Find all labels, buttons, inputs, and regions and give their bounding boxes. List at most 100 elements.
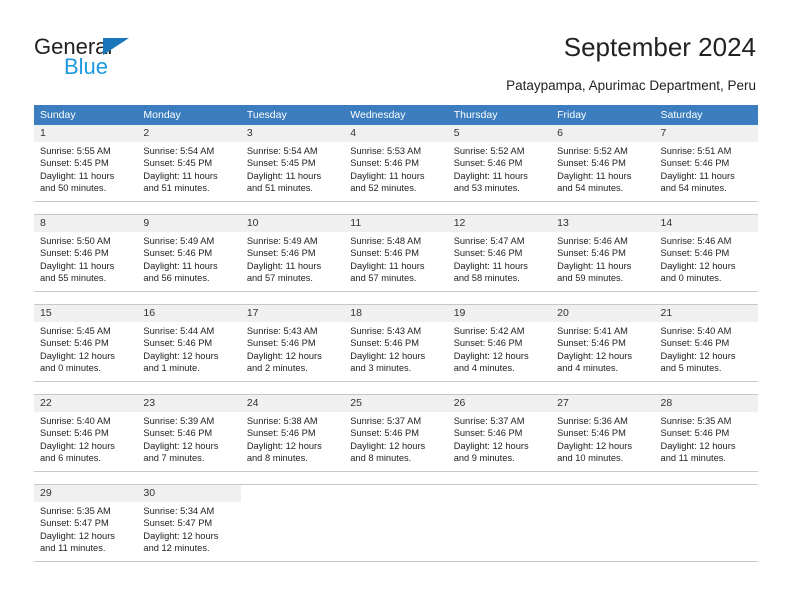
sunset-text: Sunset: 5:46 PM xyxy=(350,248,419,259)
sunset-text: Sunset: 5:46 PM xyxy=(453,248,523,259)
calendar-day-cell[interactable]: 12 Sunrise: 5:47 AM Sunset: 5:46 PM Dayligh… xyxy=(447,215,552,291)
day-number-band: 26 xyxy=(447,395,552,412)
day-details: Sunrise: 5:52 AM Sunset: 5:46 PM Daylight:… xyxy=(448,142,551,194)
calendar-day-cell[interactable]: 15 Sunrise: 5:45 AM Sunset: 5:46 PM Dayligh… xyxy=(34,305,138,381)
calendar-day-cell[interactable]: 13 Sunrise: 5:46 AM Sunset: 5:46 PM Dayligh… xyxy=(551,215,655,291)
calendar-day-cell[interactable]: 7 Sunrise: 5:51 AM Sunset: 5:46 PM Daylight… xyxy=(654,125,758,201)
calendar-empty-cell xyxy=(240,485,345,561)
page-header: General Blue September 2024 Pataypampa, … xyxy=(0,0,792,104)
calendar-day-cell[interactable]: 21 Sunrise: 5:40 AM Sunset: 5:46 PM Dayligh… xyxy=(654,305,758,381)
sunrise-text: Sunrise: 5:34 AM xyxy=(143,506,215,516)
sunrise-text: Sunrise: 5:55 AM xyxy=(40,146,111,156)
day-number-band: 21 xyxy=(654,305,758,322)
daylight-text-line2: and 58 minutes. xyxy=(453,272,520,283)
day-number: 22 xyxy=(40,397,52,409)
calendar-day-cell[interactable]: 24 Sunrise: 5:38 AM Sunset: 5:46 PM Dayligh… xyxy=(240,395,345,471)
day-number-band: 5 xyxy=(447,125,552,142)
sunrise-text: Sunrise: 5:48 AM xyxy=(350,236,422,246)
sunset-text: Sunset: 5:46 PM xyxy=(246,428,316,439)
day-number: 14 xyxy=(660,217,673,229)
day-details: Sunrise: 5:49 AM Sunset: 5:46 PM Daylight:… xyxy=(241,232,344,284)
daylight-text-line1: Daylight: 11 hours xyxy=(40,260,115,271)
day-details: Sunrise: 5:44 AM Sunset: 5:46 PM Daylight:… xyxy=(137,322,240,374)
daylight-text-line2: and 56 minutes. xyxy=(143,272,210,283)
calendar-day-cell[interactable]: 17 Sunrise: 5:43 AM Sunset: 5:46 PM Dayligh… xyxy=(240,305,345,381)
day-number: 4 xyxy=(350,127,357,139)
calendar-day-cell[interactable]: 25 Sunrise: 5:37 AM Sunset: 5:46 PM Dayligh… xyxy=(344,395,448,471)
daylight-text-line1: Daylight: 11 hours xyxy=(557,260,632,271)
daylight-text-line2: and 11 minutes. xyxy=(660,452,726,463)
day-number-band: 2 xyxy=(137,125,241,142)
day-details: Sunrise: 5:42 AM Sunset: 5:46 PM Daylight:… xyxy=(448,322,551,374)
calendar-day-cell[interactable]: 18 Sunrise: 5:43 AM Sunset: 5:46 PM Dayligh… xyxy=(344,305,448,381)
sunset-text: Sunset: 5:45 PM xyxy=(40,158,109,169)
calendar-day-cell[interactable]: 2 Sunrise: 5:54 AM Sunset: 5:45 PM Daylight… xyxy=(137,125,241,201)
calendar-day-cell[interactable]: 8 Sunrise: 5:50 AM Sunset: 5:46 PM Daylight… xyxy=(34,215,138,291)
calendar-grid: Sunday Monday Tuesday Wednesday Thursday… xyxy=(34,105,758,574)
calendar-day-cell[interactable]: 27 Sunrise: 5:36 AM Sunset: 5:46 PM Dayligh… xyxy=(551,395,655,471)
calendar-day-cell[interactable]: 29 Sunrise: 5:35 AM Sunset: 5:47 PM Dayligh… xyxy=(34,485,138,561)
calendar-day-cell[interactable]: 30 Sunrise: 5:34 AM Sunset: 5:47 PM Dayligh… xyxy=(137,485,241,561)
sunset-text: Sunset: 5:46 PM xyxy=(40,248,109,259)
day-number-band: 13 xyxy=(551,215,655,232)
sunset-text: Sunset: 5:46 PM xyxy=(557,338,626,349)
daylight-text-line2: and 9 minutes. xyxy=(453,452,515,463)
calendar-day-cell[interactable]: 5 Sunrise: 5:52 AM Sunset: 5:46 PM Daylight… xyxy=(447,125,552,201)
day-details: Sunrise: 5:43 AM Sunset: 5:46 PM Daylight:… xyxy=(344,322,447,374)
day-number: 19 xyxy=(453,307,466,319)
calendar-day-cell[interactable]: 28 Sunrise: 5:35 AM Sunset: 5:46 PM Dayligh… xyxy=(654,395,758,471)
day-details: Sunrise: 5:38 AM Sunset: 5:46 PM Daylight:… xyxy=(241,412,344,464)
sunrise-text: Sunrise: 5:37 AM xyxy=(350,416,422,426)
calendar-empty-cell xyxy=(654,485,758,561)
sunset-text: Sunset: 5:46 PM xyxy=(143,248,213,259)
daylight-text-line1: Daylight: 11 hours xyxy=(350,170,425,181)
day-number: 27 xyxy=(557,397,569,409)
weekday-header-tuesday: Tuesday xyxy=(246,109,287,121)
calendar-day-cell[interactable]: 23 Sunrise: 5:39 AM Sunset: 5:46 PM Dayligh… xyxy=(137,395,241,471)
daylight-text-line2: and 5 minutes. xyxy=(660,362,722,373)
calendar-week-row: 1 Sunrise: 5:55 AM Sunset: 5:45 PM Daylight… xyxy=(34,125,758,202)
day-number-band: 1 xyxy=(34,125,138,142)
calendar-day-cell[interactable]: 16 Sunrise: 5:44 AM Sunset: 5:46 PM Dayligh… xyxy=(137,305,241,381)
sunset-text: Sunset: 5:46 PM xyxy=(557,158,626,169)
day-details: Sunrise: 5:40 AM Sunset: 5:46 PM Daylight:… xyxy=(655,322,758,374)
day-number-band: 25 xyxy=(344,395,448,412)
calendar-day-cell[interactable]: 20 Sunrise: 5:41 AM Sunset: 5:46 PM Dayligh… xyxy=(551,305,655,381)
calendar-day-cell[interactable]: 11 Sunrise: 5:48 AM Sunset: 5:46 PM Dayligh… xyxy=(344,215,448,291)
daylight-text-line1: Daylight: 12 hours xyxy=(557,440,633,451)
logo-text-blue: Blue xyxy=(64,54,109,79)
day-number-band: 22 xyxy=(34,395,138,412)
calendar-day-cell[interactable]: 6 Sunrise: 5:52 AM Sunset: 5:46 PM Daylight… xyxy=(551,125,655,201)
sunrise-text: Sunrise: 5:43 AM xyxy=(246,326,318,336)
day-details: Sunrise: 5:35 AM Sunset: 5:46 PM Daylight:… xyxy=(655,412,758,464)
day-number-band: 6 xyxy=(551,125,655,142)
calendar-day-cell[interactable]: 10 Sunrise: 5:49 AM Sunset: 5:46 PM Dayligh… xyxy=(240,215,345,291)
day-number-band: 17 xyxy=(240,305,345,322)
calendar-day-cell[interactable]: 9 Sunrise: 5:49 AM Sunset: 5:46 PM Daylight… xyxy=(137,215,241,291)
general-blue-logo[interactable]: General Blue xyxy=(34,34,194,82)
daylight-text-line2: and 51 minutes. xyxy=(246,182,313,193)
day-number: 8 xyxy=(40,217,46,229)
day-number: 13 xyxy=(557,217,569,229)
day-details: Sunrise: 5:53 AM Sunset: 5:46 PM Daylight:… xyxy=(344,142,447,194)
daylight-text-line1: Daylight: 12 hours xyxy=(40,350,115,361)
day-details: Sunrise: 5:34 AM Sunset: 5:47 PM Daylight:… xyxy=(137,502,240,554)
calendar-day-cell[interactable]: 19 Sunrise: 5:42 AM Sunset: 5:46 PM Dayligh… xyxy=(447,305,552,381)
day-number-band: 27 xyxy=(551,395,655,412)
daylight-text-line2: and 1 minute. xyxy=(143,362,200,373)
calendar-day-cell[interactable]: 1 Sunrise: 5:55 AM Sunset: 5:45 PM Daylight… xyxy=(34,125,138,201)
sunrise-text: Sunrise: 5:43 AM xyxy=(350,326,422,336)
calendar-day-cell[interactable]: 26 Sunrise: 5:37 AM Sunset: 5:46 PM Dayligh… xyxy=(447,395,552,471)
daylight-text-line1: Daylight: 12 hours xyxy=(246,440,322,451)
page-title: September 2024 xyxy=(563,32,756,62)
weekday-header-saturday: Saturday xyxy=(660,109,703,121)
calendar-day-cell[interactable]: 14 Sunrise: 5:46 AM Sunset: 5:46 PM Dayligh… xyxy=(654,215,758,291)
calendar-day-cell[interactable]: 4 Sunrise: 5:53 AM Sunset: 5:46 PM Daylight… xyxy=(344,125,448,201)
day-number: 7 xyxy=(660,127,667,139)
calendar-week-row: 22 Sunrise: 5:40 AM Sunset: 5:46 PM Dayligh… xyxy=(34,394,758,472)
daylight-text-line2: and 7 minutes. xyxy=(143,452,205,463)
calendar-day-cell[interactable]: 22 Sunrise: 5:40 AM Sunset: 5:46 PM Dayligh… xyxy=(34,395,138,471)
calendar-day-cell[interactable]: 3 Sunrise: 5:54 AM Sunset: 5:45 PM Daylight… xyxy=(240,125,345,201)
daylight-text-line2: and 12 minutes. xyxy=(143,542,210,553)
day-number-band: 18 xyxy=(344,305,448,322)
